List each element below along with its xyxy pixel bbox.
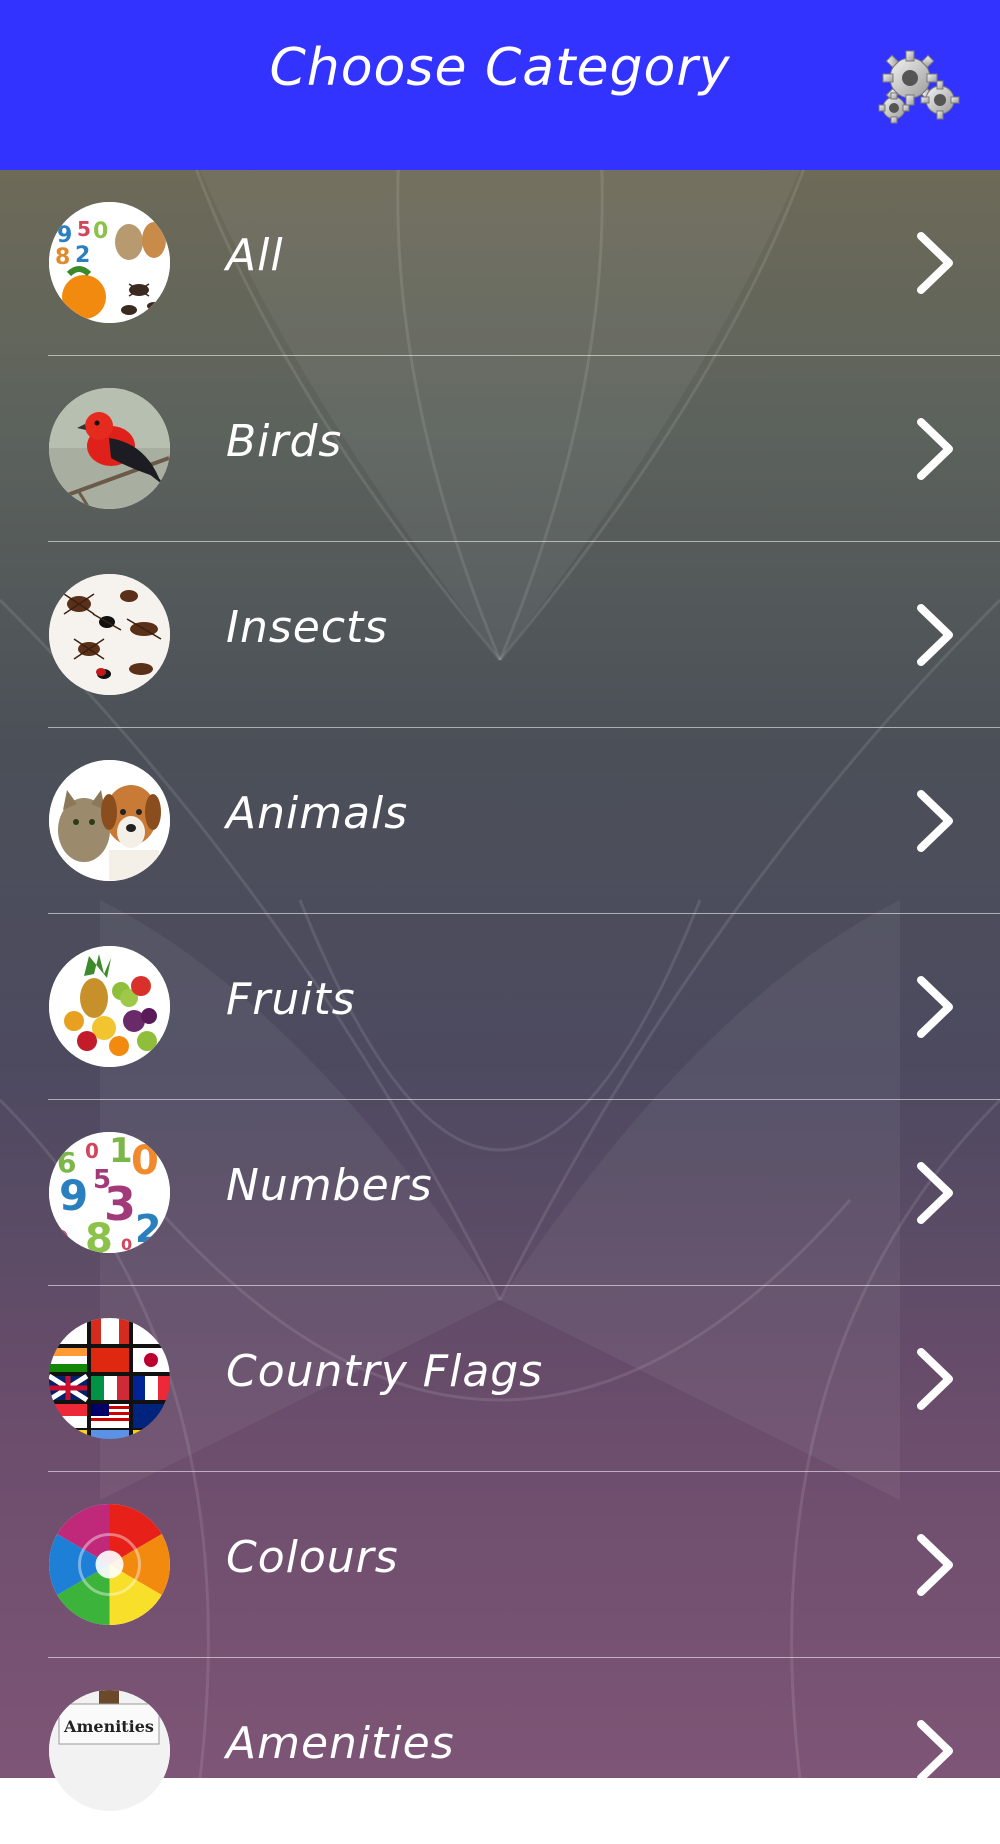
amenities-sign-icon: Amenities <box>49 1690 170 1811</box>
category-label: Animals <box>226 788 409 839</box>
flags-icon <box>49 1318 170 1439</box>
category-row-insects[interactable]: Insects <box>0 542 1000 728</box>
category-label: Country Flags <box>226 1346 544 1397</box>
app-header: Choose Category <box>0 0 1000 170</box>
category-label: Amenities <box>226 1718 455 1769</box>
settings-button[interactable] <box>870 48 970 128</box>
svg-text:8: 8 <box>85 1216 113 1253</box>
category-label: Colours <box>226 1532 399 1583</box>
collage-icon: 9 5 0 8 2 <box>49 202 170 323</box>
category-row-numbers[interactable]: 6 0 1 0 5 9 3 0 8 2 0 Numbers <box>0 1100 1000 1286</box>
svg-text:Amenities: Amenities <box>63 1717 154 1736</box>
svg-text:8: 8 <box>55 245 70 270</box>
category-label: Numbers <box>226 1160 433 1211</box>
svg-text:0: 0 <box>93 219 108 244</box>
fruits-icon <box>49 946 170 1067</box>
svg-text:0: 0 <box>85 1139 99 1163</box>
category-label: All <box>226 230 284 281</box>
category-row-country-flags[interactable]: Country Flags <box>0 1286 1000 1472</box>
gears-icon <box>878 50 960 124</box>
category-row-colours[interactable]: Colours <box>0 1472 1000 1658</box>
category-row-animals[interactable]: Animals <box>0 728 1000 914</box>
category-row-all[interactable]: 9 5 0 8 2 All <box>0 170 1000 356</box>
chevron-right-icon <box>917 604 953 666</box>
svg-text:0: 0 <box>49 1225 70 1253</box>
svg-text:1: 1 <box>109 1132 133 1171</box>
cat-dog-icon <box>49 760 170 881</box>
svg-text:5: 5 <box>77 217 91 241</box>
svg-text:9: 9 <box>59 1171 88 1220</box>
svg-text:0: 0 <box>121 1235 132 1253</box>
category-row-fruits[interactable]: Fruits <box>0 914 1000 1100</box>
svg-text:2: 2 <box>75 243 90 268</box>
chevron-right-icon <box>917 232 953 294</box>
category-label: Insects <box>226 602 389 653</box>
chevron-right-icon <box>917 418 953 480</box>
chevron-right-icon <box>917 1348 953 1410</box>
page-title: Choose Category <box>269 38 731 98</box>
category-label: Fruits <box>226 974 356 1025</box>
numbers-icon: 6 0 1 0 5 9 3 0 8 2 0 <box>49 1132 170 1253</box>
bird-icon <box>49 388 170 509</box>
chevron-right-icon <box>917 1534 953 1596</box>
insects-icon <box>49 574 170 695</box>
chevron-right-icon <box>917 1720 953 1782</box>
category-label: Birds <box>226 416 343 467</box>
category-row-birds[interactable]: Birds <box>0 356 1000 542</box>
svg-text:2: 2 <box>135 1207 161 1251</box>
chevron-right-icon <box>917 976 953 1038</box>
color-swirl-icon <box>49 1504 170 1625</box>
chevron-right-icon <box>917 1162 953 1224</box>
chevron-right-icon <box>917 790 953 852</box>
category-row-amenities[interactable]: Amenities Amenities <box>0 1658 1000 1844</box>
